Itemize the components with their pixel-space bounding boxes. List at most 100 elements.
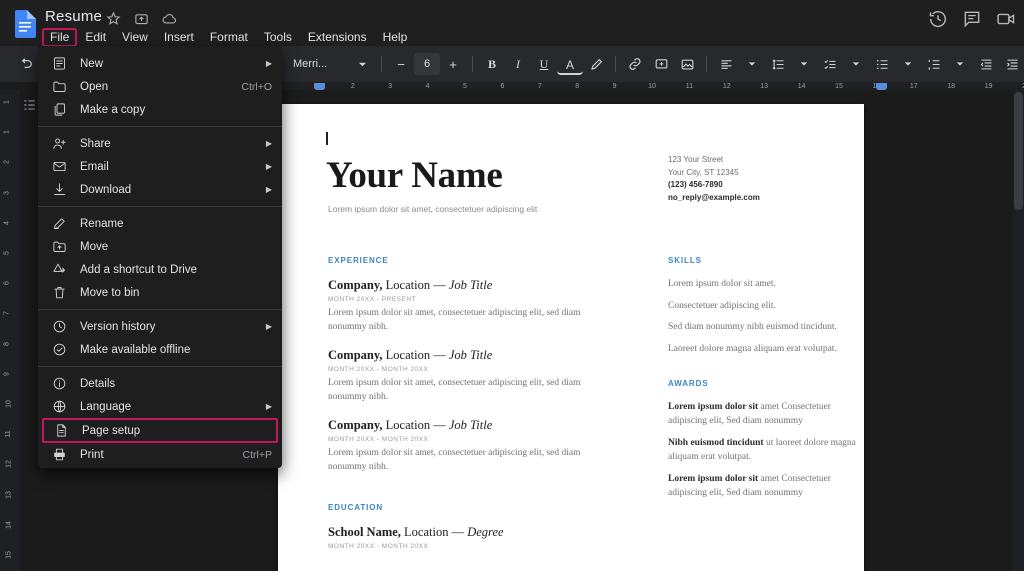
vertical-ruler[interactable]: 112345678910111213141516 <box>0 90 20 571</box>
google-docs-icon[interactable] <box>14 10 36 38</box>
file-menu-dropdown[interactable]: New ▶ Open Ctrl+O Make a copy Share ▶ Email ▶ Dow… <box>38 46 282 468</box>
file-menu-item-move-to-bin[interactable]: Move to bin <box>38 281 282 304</box>
experience-entry: Company, Location — Job Title MONTH 20XX… <box>328 418 620 474</box>
ruler-tick-label: 19 <box>984 83 993 90</box>
file-menu-item-email[interactable]: Email ▶ <box>38 155 282 178</box>
insert-link-icon[interactable] <box>622 51 648 77</box>
file-menu-item-print[interactable]: Print Ctrl+P <box>38 443 282 466</box>
comment-icon[interactable] <box>962 9 982 29</box>
menu-edit[interactable]: Edit <box>77 28 114 47</box>
menu-separator <box>38 366 282 367</box>
menu-separator <box>38 309 282 310</box>
star-icon[interactable] <box>106 11 121 26</box>
scrollbar-thumb[interactable] <box>1014 92 1023 210</box>
bulleted-list-icon[interactable] <box>869 51 895 77</box>
award-item: Lorem ipsum dolor sit amet Consectetuer … <box>668 473 858 500</box>
file-menu-item-label: Download <box>80 183 132 196</box>
section-heading-experience: EXPERIENCE <box>328 256 389 265</box>
chevron-down-icon[interactable] <box>349 51 375 77</box>
ruler-tick-label: 13 <box>760 83 769 90</box>
numbered-list-icon[interactable] <box>921 51 947 77</box>
skill-item: Laoreet dolore magna aliquam erat volutp… <box>668 343 837 354</box>
menu-insert[interactable]: Insert <box>156 28 202 47</box>
highlight-pen-icon[interactable] <box>583 51 609 77</box>
document-page[interactable]: Your Name Lorem ipsum dolor sit amet, co… <box>278 104 864 571</box>
skill-item: Consectetuer adipiscing elit. <box>668 300 776 311</box>
undo-icon[interactable] <box>12 50 40 78</box>
entry-description: Lorem ipsum dolor sit amet, consectetuer… <box>328 448 581 472</box>
title-bar: Resume File Edit View Insert Format Tool… <box>0 0 1024 47</box>
entry-dash: — <box>451 525 468 539</box>
font-size-input[interactable]: 6 <box>414 53 440 75</box>
cloud-saved-icon[interactable] <box>162 11 177 26</box>
file-menu-item-open[interactable]: Open Ctrl+O <box>38 75 282 98</box>
ruler-tick-label: 14 <box>5 520 13 529</box>
insert-image-icon[interactable] <box>674 51 700 77</box>
file-menu-item-add-a-shortcut-to-drive[interactable]: Add a shortcut to Drive <box>38 258 282 281</box>
add-comment-icon[interactable] <box>648 51 674 77</box>
menu-tools[interactable]: Tools <box>256 28 300 47</box>
decrease-indent-icon[interactable] <box>973 51 999 77</box>
increase-font-size-button[interactable]: + <box>440 51 466 77</box>
file-menu-item-version-history[interactable]: Version history ▶ <box>38 315 282 338</box>
chevron-down-icon[interactable] <box>791 51 817 77</box>
underline-button[interactable]: U <box>531 51 557 77</box>
video-call-icon[interactable] <box>996 9 1016 29</box>
submenu-arrow-icon: ▶ <box>265 139 272 148</box>
menu-file[interactable]: File <box>42 28 78 47</box>
text-color-button[interactable]: A <box>557 57 583 75</box>
skill-item: Lorem ipsum dolor sit amet. <box>668 279 776 289</box>
copy-icon <box>52 102 67 117</box>
education-entry: School Name, Location — Degree MONTH 20X… <box>328 525 620 550</box>
info-icon <box>52 376 67 391</box>
file-menu-item-share[interactable]: Share ▶ <box>38 132 282 155</box>
chevron-down-icon[interactable] <box>947 51 973 77</box>
file-menu-item-details[interactable]: Details <box>38 372 282 395</box>
menu-format[interactable]: Format <box>202 28 256 47</box>
move-to-folder-icon[interactable] <box>134 11 149 26</box>
line-spacing-icon[interactable] <box>765 51 791 77</box>
entry-dash: — <box>433 348 449 362</box>
file-menu-item-new[interactable]: New ▶ <box>38 52 282 75</box>
chevron-down-icon[interactable] <box>843 51 869 77</box>
ruler-tick-label: 6 <box>500 83 505 90</box>
font-family-selector[interactable]: Merri... <box>285 52 349 76</box>
menu-help[interactable]: Help <box>375 28 416 47</box>
ruler-tick-label: 4 <box>425 83 430 90</box>
document-outline-icon[interactable] <box>22 98 37 112</box>
contact-block: 123 Your Street Your City, ST 12345 (123… <box>668 154 760 204</box>
file-menu-item-label: Details <box>80 377 116 390</box>
vertical-scrollbar[interactable] <box>1013 90 1024 571</box>
entry-description: Lorem ipsum dolor sit amet, consectetuer… <box>328 378 581 402</box>
bold-button[interactable]: B <box>479 51 505 77</box>
page-setup-icon <box>54 423 69 438</box>
chevron-down-icon[interactable] <box>895 51 921 77</box>
new-document-icon <box>52 56 67 71</box>
increase-indent-icon[interactable] <box>999 51 1024 77</box>
file-menu-item-move[interactable]: Move <box>38 235 282 258</box>
file-menu-item-page-setup[interactable]: Page setup <box>42 418 278 443</box>
submenu-arrow-icon: ▶ <box>265 185 272 194</box>
ruler-tick-label: 13 <box>5 490 13 499</box>
version-history-icon[interactable] <box>928 9 948 29</box>
file-menu-item-language[interactable]: Language ▶ <box>38 395 282 418</box>
file-menu-item-download[interactable]: Download ▶ <box>38 178 282 201</box>
award-bold: Lorem ipsum dolor sit <box>668 474 759 484</box>
menu-extensions[interactable]: Extensions <box>300 28 375 47</box>
align-left-icon[interactable] <box>713 51 739 77</box>
decrease-font-size-button[interactable]: − <box>388 51 414 77</box>
entry-degree: Degree <box>467 525 504 539</box>
chevron-down-icon[interactable] <box>739 51 765 77</box>
entry-location: Location <box>382 418 434 432</box>
file-menu-item-label: Version history <box>80 320 156 333</box>
section-heading-awards: AWARDS <box>668 379 709 388</box>
file-menu-item-make-a-copy[interactable]: Make a copy <box>38 98 282 121</box>
checklist-icon[interactable] <box>817 51 843 77</box>
file-menu-item-rename[interactable]: Rename <box>38 212 282 235</box>
menu-view[interactable]: View <box>114 28 156 47</box>
file-menu-item-make-available-offline[interactable]: Make available offline <box>38 338 282 361</box>
file-menu-item-label: Move <box>80 240 109 253</box>
italic-button[interactable]: I <box>505 51 531 77</box>
document-title[interactable]: Resume <box>45 8 102 25</box>
